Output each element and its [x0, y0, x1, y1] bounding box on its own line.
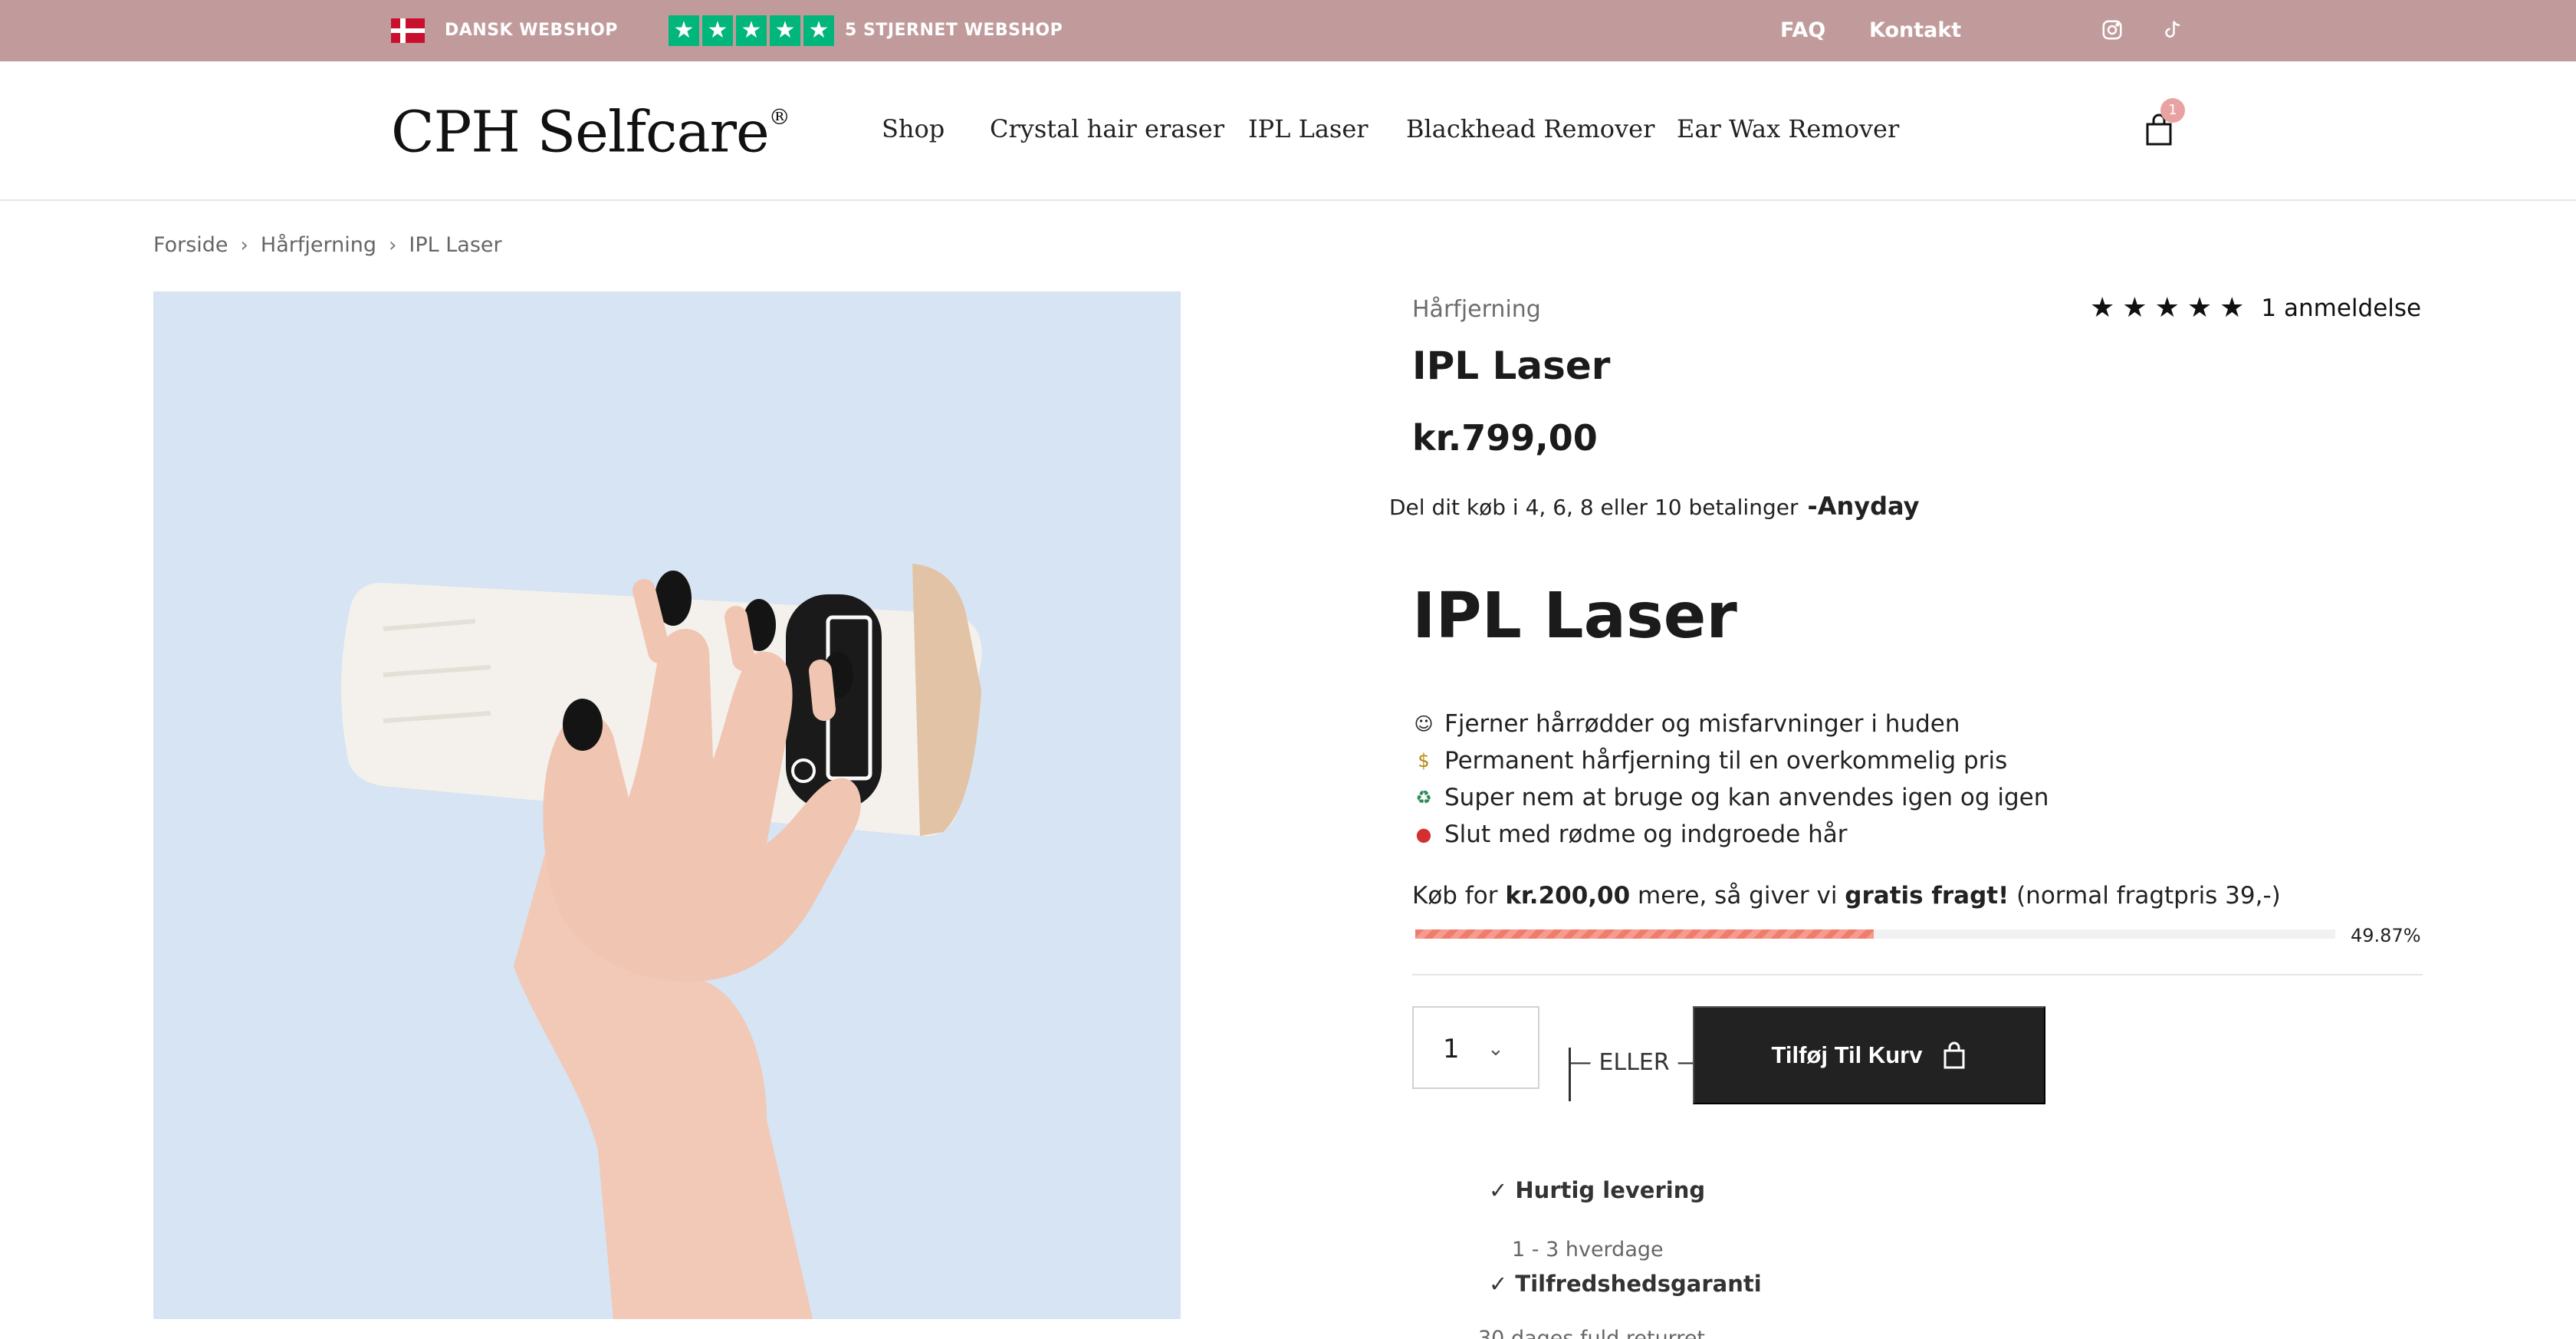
breadcrumb-category[interactable]: Hårfjerning	[261, 230, 376, 261]
tiktok-icon[interactable]	[2160, 18, 2183, 41]
shipping-suffix: (normal fragtpris 39,-)	[2009, 882, 2281, 910]
faq-link[interactable]: FAQ	[1780, 17, 1825, 44]
breadcrumb: Forside › Hårfjerning › IPL Laser	[153, 230, 502, 261]
shipping-highlight: gratis fragt!	[1845, 882, 2009, 910]
feature-item: $ Permanent hårfjerning til en overkommel…	[1412, 742, 2049, 779]
star-icon: ★	[2154, 292, 2180, 324]
usp-fast-delivery: ✓ Hurtig levering	[1489, 1175, 1705, 1206]
quantity-value: 1	[1443, 1034, 1460, 1064]
product-rating[interactable]: ★ ★ ★ ★ ★ 1 anmeldelse	[2090, 293, 2421, 324]
breadcrumb-home[interactable]: Forside	[153, 230, 228, 261]
shopping-bag-icon	[1944, 1041, 1965, 1069]
check-icon: ✓	[1489, 1177, 1516, 1203]
star-icon: ★	[770, 15, 800, 46]
shipping-progress-bar	[1415, 929, 2335, 939]
chevron-right-icon: ›	[240, 234, 248, 257]
breadcrumb-current: IPL Laser	[409, 233, 502, 257]
add-to-cart-button[interactable]: Tilføj Til Kurv	[1693, 1006, 2045, 1104]
shipping-prefix: Køb for	[1412, 882, 1506, 910]
shipping-progress-fill	[1415, 929, 1875, 939]
money-bag-icon: $	[1418, 750, 1430, 771]
nav-blackhead-remover[interactable]: Blackhead Remover	[1406, 112, 1654, 146]
nav-crystal-hair-eraser[interactable]: Crystal hair eraser	[990, 112, 1224, 146]
shipping-progress-percent: 49.87%	[2351, 925, 2421, 946]
baby-face-icon: ☺	[1414, 713, 1434, 735]
installments-text: Del dit køb i 4, 6, 8 eller 10 betalinge…	[1389, 495, 1799, 520]
usp-title: Hurtig levering	[1515, 1177, 1706, 1203]
star-icon: ★	[803, 15, 834, 46]
announcement-bar: DANSK WEBSHOP ★ ★ ★ ★ ★ 5 STJERNET WEBSH…	[0, 0, 2576, 61]
rating-label: 5 STJERNET WEBSHOP	[845, 21, 1063, 40]
star-icon: ★	[736, 15, 767, 46]
nav-ear-wax-remover[interactable]: Ear Wax Remover	[1677, 112, 1899, 146]
installments-info: Del dit køb i 4, 6, 8 eller 10 betalinge…	[1389, 491, 1920, 523]
description-heading: IPL Laser	[1412, 580, 1737, 653]
usp-satisfaction-guarantee: ✓ Tilfredshedsgaranti	[1489, 1268, 1762, 1299]
feature-text: Super nem at bruge og kan anvendes igen …	[1444, 784, 2049, 811]
shipping-amount: kr.200,00	[1505, 882, 1631, 910]
feature-list: ☺ Fjerner hårrødder og misfarvninger i hu…	[1412, 706, 2049, 853]
instagram-icon[interactable]	[2101, 18, 2124, 41]
usp-fast-delivery-detail: 1 - 3 hverdage	[1512, 1238, 1664, 1262]
feature-item: ♻ Super nem at bruge og kan anvendes igen…	[1412, 779, 2049, 816]
usp-title: Tilfredshedsgaranti	[1515, 1271, 1762, 1297]
ipl-device-hand-illustration	[341, 564, 982, 1319]
divider	[1412, 974, 2423, 975]
feature-item: ☺ Fjerner hårrødder og misfarvninger i hu…	[1412, 706, 2049, 742]
quantity-select[interactable]: 1 ⌄	[1412, 1006, 1539, 1089]
country-label: DANSK WEBSHOP	[445, 21, 618, 40]
nav-shop[interactable]: Shop	[882, 112, 945, 146]
feature-text: Slut med rødme og indgroede hår	[1444, 821, 1848, 848]
site-logo[interactable]: CPH Selfcare®	[391, 90, 790, 167]
recycle-icon: ♻	[1415, 787, 1432, 808]
star-icon: ★	[669, 15, 699, 46]
chevron-down-icon: ⌄	[1487, 1038, 1504, 1061]
product-title: IPL Laser	[1412, 344, 1611, 388]
siren-icon: ●	[1415, 824, 1432, 845]
star-icon: ★	[2122, 292, 2147, 324]
review-count: 1 anmeldelse	[2261, 294, 2422, 322]
free-shipping-message: Køb for kr.200,00 mere, så giver vi grat…	[1412, 879, 2281, 913]
star-icon: ★	[2220, 292, 2245, 324]
star-icon: ★	[2090, 292, 2115, 324]
anyday-logo-icon: -	[1807, 492, 1818, 521]
product-category: Hårfjerning	[1412, 296, 1541, 323]
feature-item: ● Slut med rødme og indgroede hår	[1412, 816, 2049, 853]
chevron-right-icon: ›	[388, 234, 397, 257]
logo-text: CPH Selfcare	[391, 99, 770, 166]
product-price: kr.799,00	[1412, 417, 1598, 459]
site-header: CPH Selfcare® Shop Crystal hair eraser I…	[0, 61, 2576, 201]
feature-text: Fjerner hårrødder og misfarvninger i hud…	[1444, 710, 1960, 738]
or-separator: — ELLER —	[1569, 1049, 1700, 1076]
nav-ipl-laser[interactable]: IPL Laser	[1248, 112, 1368, 146]
cart-count-badge: 1	[2160, 98, 2185, 123]
product-image[interactable]	[153, 291, 1181, 1319]
contact-link[interactable]: Kontakt	[1869, 17, 1961, 44]
shipping-middle: mere, så giver vi	[1630, 882, 1845, 910]
star-icon: ★	[702, 15, 733, 46]
danish-flag-icon	[391, 18, 425, 43]
add-to-cart-label: Tilføj Til Kurv	[1771, 1041, 1923, 1068]
star-icon: ★	[2187, 292, 2213, 324]
usp-satisfaction-detail: 30 dages fuld returret	[1478, 1327, 1706, 1339]
feature-text: Permanent hårfjerning til en overkommeli…	[1444, 747, 2008, 775]
registered-mark: ®	[768, 104, 790, 130]
check-icon: ✓	[1489, 1271, 1516, 1297]
installments-brand: Anyday	[1817, 492, 1920, 521]
trustpilot-stars: ★ ★ ★ ★ ★	[669, 15, 834, 46]
